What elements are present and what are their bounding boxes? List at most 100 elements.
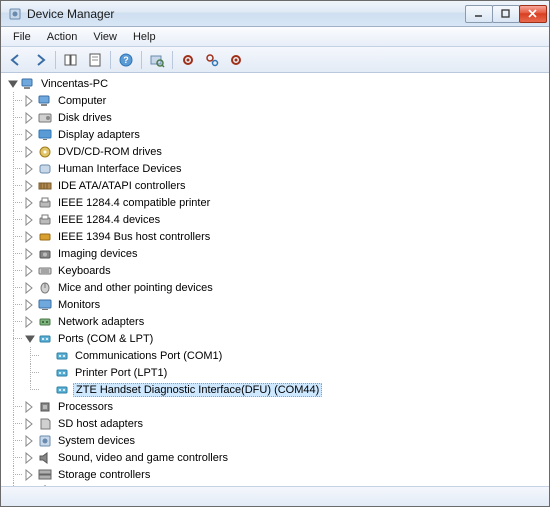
cpu-icon [37, 399, 53, 415]
tree-item[interactable]: Network adapters [24, 313, 549, 330]
tree-item[interactable]: IEEE 1284.4 compatible printer [24, 194, 549, 211]
tree-item[interactable]: Imaging devices [24, 245, 549, 262]
storage-icon [37, 467, 53, 483]
expand-icon[interactable] [24, 129, 36, 141]
expand-icon[interactable] [24, 469, 36, 481]
expand-icon[interactable] [24, 146, 36, 158]
show-hide-tree-button[interactable] [60, 49, 82, 71]
tree-item[interactable]: ZTE Handset Diagnostic Interface(DFU) (C… [41, 381, 549, 398]
system-icon [37, 433, 53, 449]
expand-icon[interactable] [24, 214, 36, 226]
tree-item-label: Communications Port (COM1) [73, 350, 224, 362]
expand-icon[interactable] [24, 452, 36, 464]
expand-icon[interactable] [24, 316, 36, 328]
update-driver-button[interactable] [177, 49, 199, 71]
tree-item[interactable]: Keyboards [24, 262, 549, 279]
tree-item[interactable]: System devices [24, 432, 549, 449]
tree-item-label: Human Interface Devices [56, 163, 184, 175]
window-title: Device Manager [27, 7, 466, 21]
maximize-button[interactable] [492, 5, 520, 23]
usb-icon [37, 484, 53, 487]
tree-item-label: Printer Port (LPT1) [73, 367, 169, 379]
expand-icon[interactable] [24, 112, 36, 124]
disable-button[interactable] [225, 49, 247, 71]
network-icon [37, 314, 53, 330]
tree-item[interactable]: IEEE 1394 Bus host controllers [24, 228, 549, 245]
expand-icon[interactable] [24, 180, 36, 192]
toolbar [1, 47, 549, 73]
printer-icon [37, 212, 53, 228]
keyboard-icon [37, 263, 53, 279]
close-button[interactable] [519, 5, 547, 23]
tree-item[interactable]: Processors [24, 398, 549, 415]
expand-icon[interactable] [24, 486, 36, 487]
menu-view[interactable]: View [85, 29, 125, 45]
tree-item-label: Keyboards [56, 265, 113, 277]
collapse-icon[interactable] [7, 78, 19, 90]
uninstall-button[interactable] [201, 49, 223, 71]
tree-item-label: Ports (COM & LPT) [56, 333, 155, 345]
port-icon [54, 382, 70, 398]
computer-icon [20, 76, 36, 92]
expand-icon[interactable] [24, 265, 36, 277]
camera-icon [37, 246, 53, 262]
expand-icon[interactable] [24, 95, 36, 107]
tree-item-label: Storage controllers [56, 469, 152, 481]
minimize-button[interactable] [465, 5, 493, 23]
help-button[interactable] [115, 49, 137, 71]
tree-item-label: Computer [56, 95, 108, 107]
tree-item-label: Imaging devices [56, 248, 140, 260]
sound-icon [37, 450, 53, 466]
tree-item[interactable]: Ports (COM & LPT) [24, 330, 549, 347]
expand-icon[interactable] [24, 401, 36, 413]
tree-item[interactable]: Vincentas-PC [7, 75, 549, 92]
menu-action[interactable]: Action [39, 29, 86, 45]
menu-help[interactable]: Help [125, 29, 164, 45]
computer-icon [37, 93, 53, 109]
tree-item[interactable]: DVD/CD-ROM drives [24, 143, 549, 160]
expand-icon[interactable] [24, 418, 36, 430]
tree-item[interactable]: Printer Port (LPT1) [41, 364, 549, 381]
expand-icon[interactable] [24, 163, 36, 175]
app-icon [7, 6, 23, 22]
tree-item[interactable]: Universal Serial Bus controllers [24, 483, 549, 486]
menubar: File Action View Help [1, 27, 549, 47]
tree-item[interactable]: Human Interface Devices [24, 160, 549, 177]
tree-item[interactable]: SD host adapters [24, 415, 549, 432]
tree-item-label: Monitors [56, 299, 102, 311]
tree-item-label: Network adapters [56, 316, 146, 328]
tree-item[interactable]: IEEE 1284.4 devices [24, 211, 549, 228]
monitor-icon [37, 297, 53, 313]
properties-button[interactable] [84, 49, 106, 71]
device-tree[interactable]: Vincentas-PC Computer Disk drivesDisplay a… [1, 73, 549, 486]
tree-item-label: DVD/CD-ROM drives [56, 146, 164, 158]
tree-item[interactable]: Sound, video and game controllers [24, 449, 549, 466]
tree-item[interactable]: Communications Port (COM1) [41, 347, 549, 364]
device-manager-window: Device Manager File Action View Help [0, 0, 550, 507]
tree-item[interactable]: Mice and other pointing devices [24, 279, 549, 296]
port-icon [37, 331, 53, 347]
back-button[interactable] [5, 49, 27, 71]
expand-icon[interactable] [24, 248, 36, 260]
printer-icon [37, 195, 53, 211]
tree-item-label: Mice and other pointing devices [56, 282, 215, 294]
tree-item[interactable]: Monitors [24, 296, 549, 313]
tree-item[interactable]: Storage controllers [24, 466, 549, 483]
tree-item[interactable]: IDE ATA/ATAPI controllers [24, 177, 549, 194]
expand-icon[interactable] [24, 299, 36, 311]
scan-hardware-button[interactable] [146, 49, 168, 71]
titlebar[interactable]: Device Manager [1, 1, 549, 27]
tree-item[interactable]: Computer [24, 92, 549, 109]
expand-icon[interactable] [24, 231, 36, 243]
menu-file[interactable]: File [5, 29, 39, 45]
expand-icon[interactable] [24, 435, 36, 447]
collapse-icon[interactable] [24, 333, 36, 345]
tree-item-label: IEEE 1284.4 devices [56, 214, 162, 226]
tree-item[interactable]: Display adapters [24, 126, 549, 143]
tree-item[interactable]: Disk drives [24, 109, 549, 126]
port-icon [54, 348, 70, 364]
forward-button[interactable] [29, 49, 51, 71]
expand-icon[interactable] [24, 282, 36, 294]
port-icon [54, 365, 70, 381]
expand-icon[interactable] [24, 197, 36, 209]
